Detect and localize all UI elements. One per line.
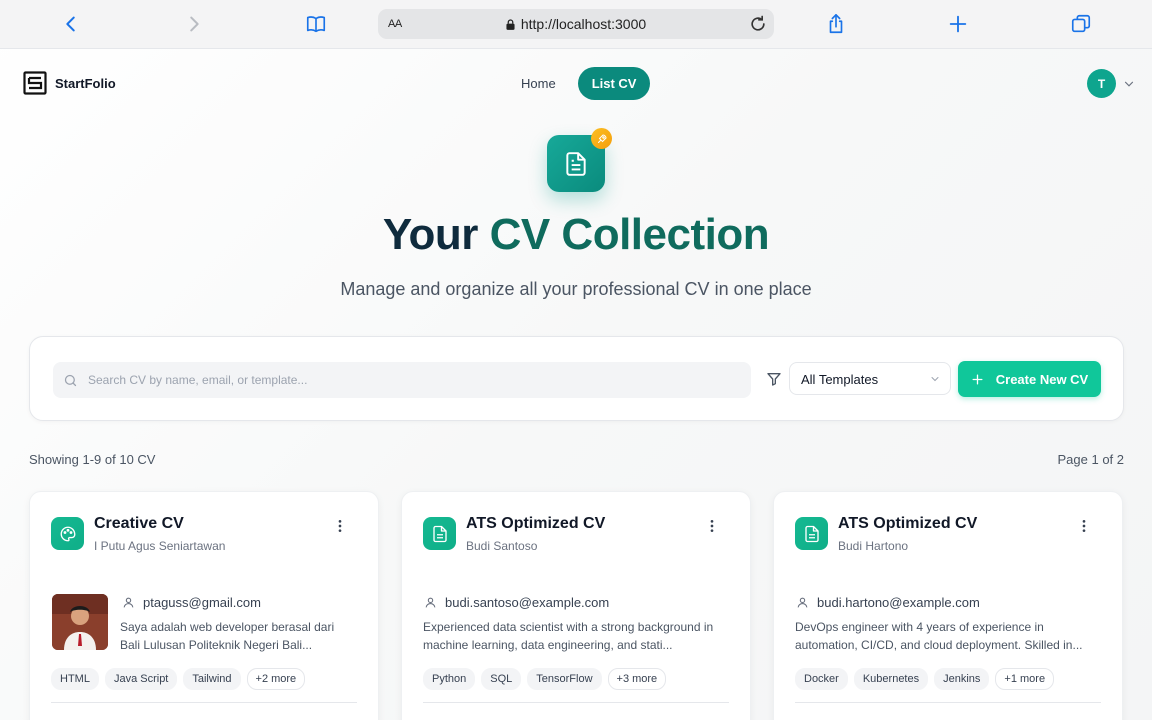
- bookmarks-book-icon[interactable]: [304, 12, 328, 36]
- page-title: Your CV Collection: [382, 210, 770, 259]
- skill-tag: Kubernetes: [853, 668, 929, 690]
- card-title: ATS Optimized CV: [838, 515, 978, 532]
- skill-tag: Java Script: [104, 668, 178, 690]
- document-icon: [795, 517, 828, 550]
- lock-icon: [506, 19, 515, 30]
- card-description: DevOps engineer with 4 years of experien…: [795, 620, 1083, 652]
- cv-card[interactable]: ATS Optimized CV Budi Santoso budi.santo…: [401, 491, 751, 720]
- brand-name: StartFolio: [55, 75, 116, 91]
- card-owner: Budi Hartono: [838, 539, 909, 553]
- browser-toolbar: AA http://localhost:3000: [0, 0, 1152, 49]
- card-email: ptaguss@gmail.com: [122, 595, 261, 610]
- card-divider: [795, 702, 1101, 703]
- startfolio-logo-icon: [23, 71, 47, 95]
- skill-tags: HTML Java Script Tailwind +2 more: [51, 668, 306, 690]
- skill-tag: Tailwind: [183, 668, 241, 690]
- document-icon: [423, 517, 456, 550]
- chevron-down-icon: [931, 377, 939, 382]
- back-icon[interactable]: [59, 12, 83, 36]
- user-icon: [797, 597, 808, 608]
- nav-home[interactable]: Home: [507, 67, 570, 100]
- card-description: Experienced data scientist with a strong…: [423, 620, 714, 652]
- card-title: Creative CV: [94, 515, 184, 532]
- brand[interactable]: StartFolio: [23, 71, 116, 95]
- url-text: http://localhost:3000: [520, 16, 647, 32]
- cv-card[interactable]: ATS Optimized CV Budi Hartono budi.harto…: [773, 491, 1123, 720]
- card-owner: I Putu Agus Seniartawan: [94, 539, 226, 553]
- skill-tags: Python SQL TensorFlow +3 more: [423, 668, 667, 690]
- card-title: ATS Optimized CV: [466, 515, 606, 532]
- user-icon: [425, 597, 436, 608]
- user-icon: [123, 597, 134, 608]
- forward-icon[interactable]: [182, 12, 206, 36]
- card-email: budi.santoso@example.com: [424, 595, 609, 610]
- user-menu[interactable]: T: [1087, 69, 1136, 98]
- more-tags-badge: +2 more: [246, 668, 306, 690]
- card-owner: Budi Santoso: [466, 539, 538, 553]
- skill-tag: Python: [423, 668, 476, 690]
- chevron-down-icon: [1124, 81, 1134, 87]
- address-bar[interactable]: AA http://localhost:3000: [378, 9, 774, 39]
- new-tab-plus-icon[interactable]: [946, 12, 970, 36]
- plus-icon: [972, 374, 983, 384]
- avatar: T: [1087, 69, 1116, 98]
- more-tags-badge: +1 more: [995, 668, 1055, 690]
- reload-icon[interactable]: [748, 14, 768, 34]
- palette-icon: [51, 517, 84, 550]
- skill-tags: Docker Kubernetes Jenkins +1 more: [795, 668, 1055, 690]
- create-new-cv-button[interactable]: Create New CV: [958, 361, 1101, 397]
- main-nav: Home List CV: [507, 67, 651, 100]
- card-divider: [423, 702, 729, 703]
- tabs-overview-icon[interactable]: [1069, 12, 1093, 36]
- search-input[interactable]: [88, 373, 751, 387]
- card-description: Saya adalah web developer berasal dari B…: [120, 620, 335, 652]
- skill-tag: HTML: [51, 668, 99, 690]
- skill-tag: TensorFlow: [527, 668, 602, 690]
- template-filter-select[interactable]: All Templates: [789, 362, 951, 395]
- rocket-badge-icon: [591, 128, 612, 149]
- search-icon: [64, 374, 77, 386]
- more-vertical-icon[interactable]: [332, 518, 348, 534]
- search-box[interactable]: [53, 362, 751, 398]
- results-count: Showing 1-9 of 10 CV: [29, 452, 156, 467]
- filter-icon: [767, 373, 781, 386]
- skill-tag: SQL: [481, 668, 522, 690]
- more-vertical-icon[interactable]: [1076, 518, 1092, 534]
- cv-card[interactable]: Creative CV I Putu Agus Seniartawan ptag…: [29, 491, 379, 720]
- page-subtitle: Manage and organize all your professiona…: [340, 279, 812, 299]
- more-vertical-icon[interactable]: [704, 518, 720, 534]
- more-tags-badge: +3 more: [607, 668, 667, 690]
- share-icon[interactable]: [824, 12, 848, 36]
- skill-tag: Jenkins: [934, 668, 990, 690]
- card-divider: [51, 702, 357, 703]
- search-panel: All Templates Create New CV: [29, 336, 1124, 421]
- nav-list-cv[interactable]: List CV: [577, 67, 651, 100]
- profile-photo: [52, 594, 108, 650]
- skill-tag: Docker: [795, 668, 848, 690]
- card-email: budi.hartono@example.com: [796, 595, 980, 610]
- page-indicator: Page 1 of 2: [1057, 452, 1125, 467]
